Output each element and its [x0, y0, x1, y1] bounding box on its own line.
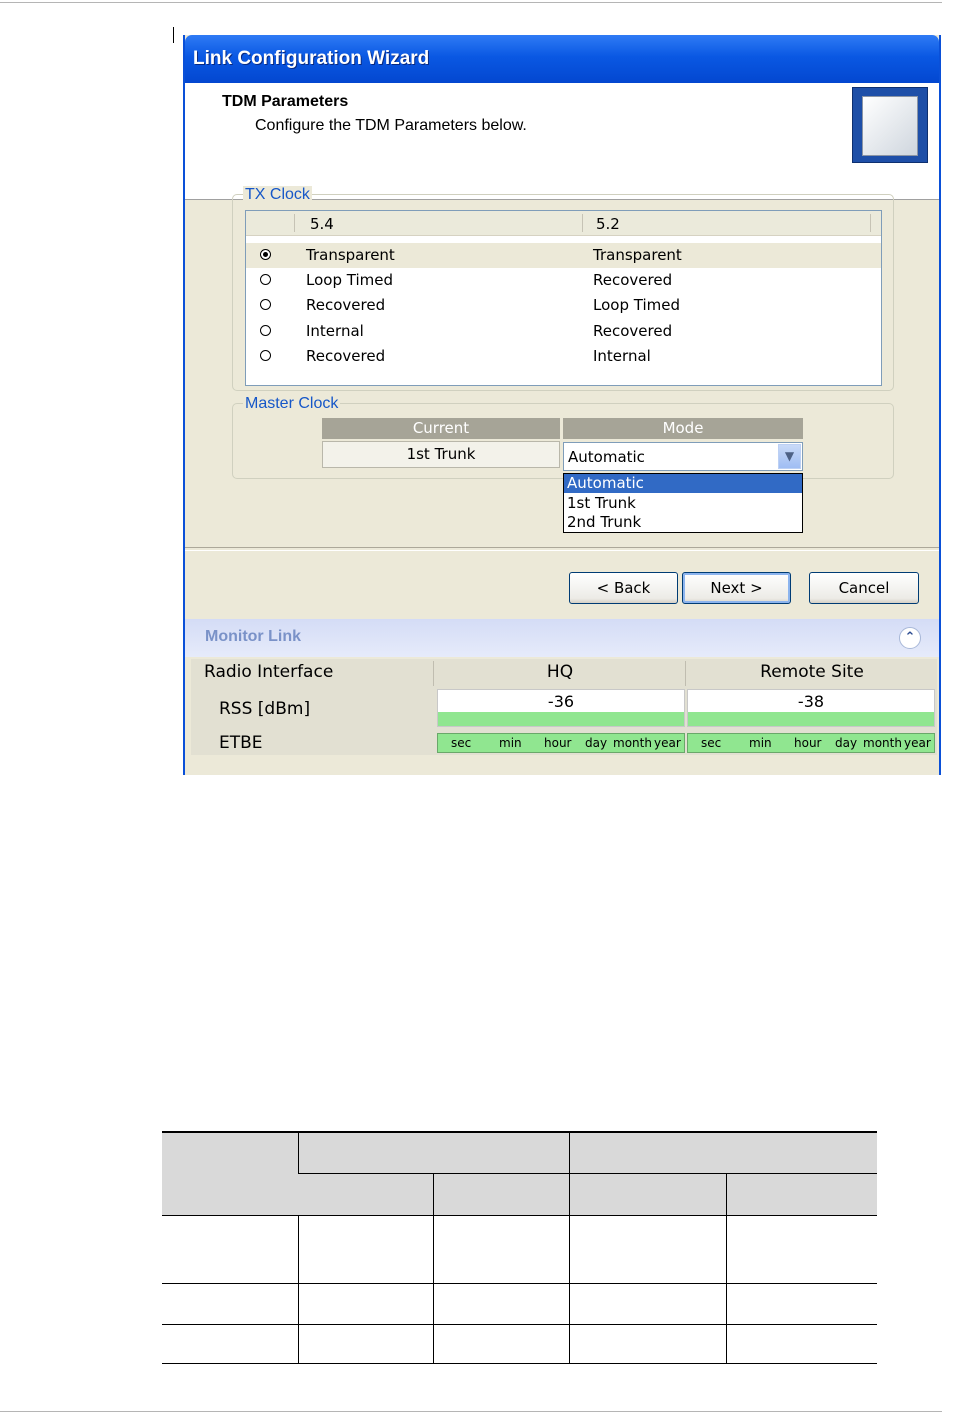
button-area-divider — [185, 547, 939, 551]
tx-clock-row[interactable]: Recovered Internal — [246, 344, 881, 369]
tx-clock-list-header: 5.4 5.2 — [246, 211, 881, 236]
etbe-label: ETBE — [219, 733, 263, 753]
table-row — [162, 1214, 877, 1284]
collapse-icon[interactable]: ⌃ — [899, 627, 921, 649]
tx-clock-list[interactable]: 5.4 5.2 Transparent Transparent Loop Tim… — [245, 210, 882, 386]
rss-site2-bar — [688, 712, 934, 726]
current-master-clock: 1st Trunk — [322, 441, 560, 468]
radio-button[interactable] — [260, 325, 271, 336]
etbe-site2: sec min hour day month year — [687, 733, 935, 753]
etbe-min: min — [749, 736, 772, 750]
tx-clock-row[interactable]: Loop Timed Recovered — [246, 268, 881, 293]
table-row — [162, 1282, 877, 1325]
title-bar[interactable]: Link Configuration Wizard — [185, 35, 939, 83]
site2-clock: Recovered — [593, 271, 673, 289]
header-title: TDM Parameters — [222, 93, 349, 110]
margin-marker — [173, 27, 174, 43]
current-header: Current — [322, 418, 560, 439]
table-header-cell — [432, 1172, 569, 1216]
link-configuration-wizard-window: Link Configuration Wizard TDM Parameters… — [183, 35, 941, 775]
wizard-header: TDM Parameters Configure the TDM Paramet… — [185, 83, 939, 200]
site1-clock: Loop Timed — [306, 271, 393, 289]
mode-select[interactable]: Automatic ▼ — [563, 442, 803, 471]
monitor-link-bar[interactable]: Monitor Link ⌃ — [185, 619, 939, 657]
mode-option[interactable]: 2nd Trunk — [564, 513, 802, 532]
site2-clock: Recovered — [593, 322, 673, 340]
column-header-site1[interactable]: 5.4 — [310, 215, 334, 233]
radio-interface-header: Radio Interface — [204, 662, 334, 682]
rss-site1-value: -36 — [547, 692, 575, 711]
etbe-sec: sec — [451, 736, 472, 750]
rss-site2: -38 — [687, 689, 935, 727]
table-header-cell — [568, 1131, 877, 1174]
etbe-sec: sec — [701, 736, 722, 750]
tx-clock-row[interactable]: Recovered Loop Timed — [246, 293, 881, 318]
table-header-cell — [298, 1131, 569, 1174]
tx-clock-row[interactable]: Transparent Transparent — [246, 243, 881, 268]
page-bottom-rule — [0, 1411, 942, 1412]
antenna-icon — [852, 87, 928, 163]
site1-clock: Transparent — [306, 246, 395, 264]
etbe-day: day — [585, 736, 608, 750]
etbe-hour: hour — [794, 736, 822, 750]
next-button[interactable]: Next > — [682, 572, 791, 604]
rss-site1-bar — [438, 712, 684, 726]
rss-label: RSS [dBm] — [219, 699, 311, 719]
back-button[interactable]: < Back — [569, 572, 678, 604]
site1-clock: Internal — [306, 322, 364, 340]
header-subtitle: Configure the TDM Parameters below. — [255, 117, 527, 134]
site1-clock: Recovered — [306, 347, 386, 365]
radio-button[interactable] — [260, 299, 271, 310]
etbe-min: min — [499, 736, 522, 750]
mode-dropdown-list[interactable]: Automatic 1st Trunk 2nd Trunk — [563, 473, 803, 533]
tx-clock-row[interactable]: Internal Recovered — [246, 319, 881, 344]
radio-button[interactable] — [260, 274, 271, 285]
table-header-cell — [568, 1172, 726, 1216]
etbe-year: year — [904, 736, 931, 750]
site2-clock: Loop Timed — [593, 296, 680, 314]
monitor-link-title: Monitor Link — [205, 628, 301, 645]
window-title: Link Configuration Wizard — [193, 48, 430, 69]
site1-header: HQ — [546, 662, 574, 682]
table-header-cell — [725, 1172, 877, 1216]
radio-button[interactable] — [260, 350, 271, 361]
monitor-link-table: Radio Interface HQ Remote Site RSS [dBm]… — [191, 659, 937, 755]
etbe-year: year — [654, 736, 681, 750]
etbe-month: month — [863, 736, 902, 750]
cancel-button[interactable]: Cancel — [809, 572, 919, 604]
etbe-site1: sec min hour day month year — [437, 733, 685, 753]
tx-clock-legend: TX Clock — [243, 186, 312, 204]
etbe-hour: hour — [544, 736, 572, 750]
chevron-down-icon[interactable]: ▼ — [778, 444, 801, 469]
etbe-day: day — [835, 736, 858, 750]
table-row — [162, 1323, 877, 1364]
table-header-cell — [298, 1172, 433, 1216]
site2-header: Remote Site — [760, 662, 864, 682]
mode-select-value: Automatic — [568, 448, 645, 466]
radio-button[interactable] — [260, 249, 271, 260]
page-top-rule — [0, 2, 942, 3]
rss-site2-value: -38 — [797, 692, 825, 711]
column-header-site2[interactable]: 5.2 — [596, 215, 620, 233]
clock-configuration-table — [162, 1131, 877, 1364]
table-header-cell — [162, 1131, 299, 1216]
site1-clock: Recovered — [306, 296, 386, 314]
site2-clock: Internal — [593, 347, 651, 365]
rss-site1: -36 — [437, 689, 685, 727]
master-clock-legend: Master Clock — [243, 395, 341, 413]
etbe-month: month — [613, 736, 652, 750]
site2-clock: Transparent — [593, 246, 682, 264]
mode-option[interactable]: Automatic — [564, 474, 802, 493]
mode-header: Mode — [563, 418, 803, 439]
mode-option[interactable]: 1st Trunk — [564, 494, 802, 513]
